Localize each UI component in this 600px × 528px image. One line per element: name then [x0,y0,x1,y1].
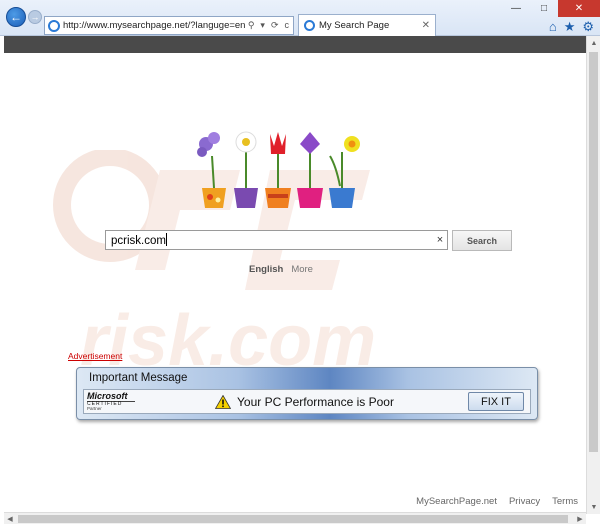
forward-arrow-icon: → [30,12,40,22]
microsoft-certified-logo: Microsoft CERTIFIED Partner [87,391,135,412]
dropdown-icon[interactable]: ▾ [260,20,265,31]
scroll-left-arrow-icon[interactable]: ◀ [4,513,16,525]
footer-terms-link[interactable]: Terms [552,496,578,507]
flower-pot-5 [329,136,360,208]
tab-close-icon[interactable]: ✕ [422,20,430,31]
back-button[interactable]: ← [6,7,26,27]
home-icon[interactable]: ⌂ [549,19,557,35]
back-arrow-icon: ← [10,10,22,24]
footer-site-link[interactable]: MySearchPage.net [416,496,497,507]
search-icon[interactable]: ⚲ [248,20,255,31]
fix-it-button[interactable]: FIX IT [468,392,524,411]
language-english[interactable]: English [249,264,283,275]
forward-button[interactable]: → [28,10,42,24]
clear-icon[interactable]: × [433,234,447,246]
browser-chrome: ← → http://www.mysearchpage.net/?languge… [0,0,600,36]
vertical-scroll-thumb[interactable] [589,52,598,452]
flower-pots-logo [197,131,360,208]
text-caret [165,233,167,246]
ad-title: Important Message [89,372,188,384]
search-button[interactable]: Search [452,230,512,251]
scroll-right-arrow-icon[interactable]: ▶ [574,513,586,525]
ad-message: Your PC Performance is Poor [237,394,394,409]
toolbar-icons: ⌂ ★ ⚙ [549,19,594,35]
scroll-down-arrow-icon[interactable]: ▼ [587,500,600,514]
ie-icon [48,19,60,32]
vertical-scrollbar[interactable]: ▲ ▼ [586,36,600,514]
footer-privacy-link[interactable]: Privacy [509,496,540,507]
minimize-button[interactable]: — [502,0,530,17]
window-controls: — □ ✕ [502,0,600,17]
tab-title: My Search Page [319,20,390,31]
scroll-up-arrow-icon[interactable]: ▲ [587,36,600,50]
language-links: English More [249,264,313,275]
search-input[interactable]: pcrisk.com × [105,230,448,250]
flower-pot-4 [297,132,323,208]
address-url[interactable]: http://www.mysearchpage.net/?languge=en [63,20,248,31]
flower-pot-2 [234,131,258,208]
address-bar[interactable]: http://www.mysearchpage.net/?languge=en … [44,16,294,35]
ad-banner[interactable]: Important Message Microsoft CERTIFIED Pa… [76,367,538,420]
favorites-star-icon[interactable]: ★ [564,19,576,35]
tab-my-search-page[interactable]: My Search Page ✕ [298,14,436,36]
search-input-value: pcrisk.com [111,235,166,247]
page-top-bar [4,36,586,53]
tab-ie-icon [304,20,315,31]
horizontal-scrollbar[interactable]: ◀ ▶ [4,512,586,524]
ad-message-panel: Microsoft CERTIFIED Partner Your PC Perf… [83,389,531,414]
maximize-button[interactable]: □ [530,0,558,17]
warning-icon [215,394,231,409]
refresh-icon[interactable]: ⟳ [271,20,279,31]
close-button[interactable]: ✕ [558,0,600,17]
compat-icon[interactable]: c [285,20,290,31]
advertisement-link[interactable]: Advertisement [68,351,122,361]
horizontal-scroll-thumb[interactable] [18,515,568,523]
footer-links: MySearchPage.net Privacy Terms [416,496,578,507]
flower-pot-3 [265,132,291,208]
language-more[interactable]: More [291,264,313,275]
flower-pot-1 [197,132,226,208]
settings-gear-icon[interactable]: ⚙ [582,19,594,35]
